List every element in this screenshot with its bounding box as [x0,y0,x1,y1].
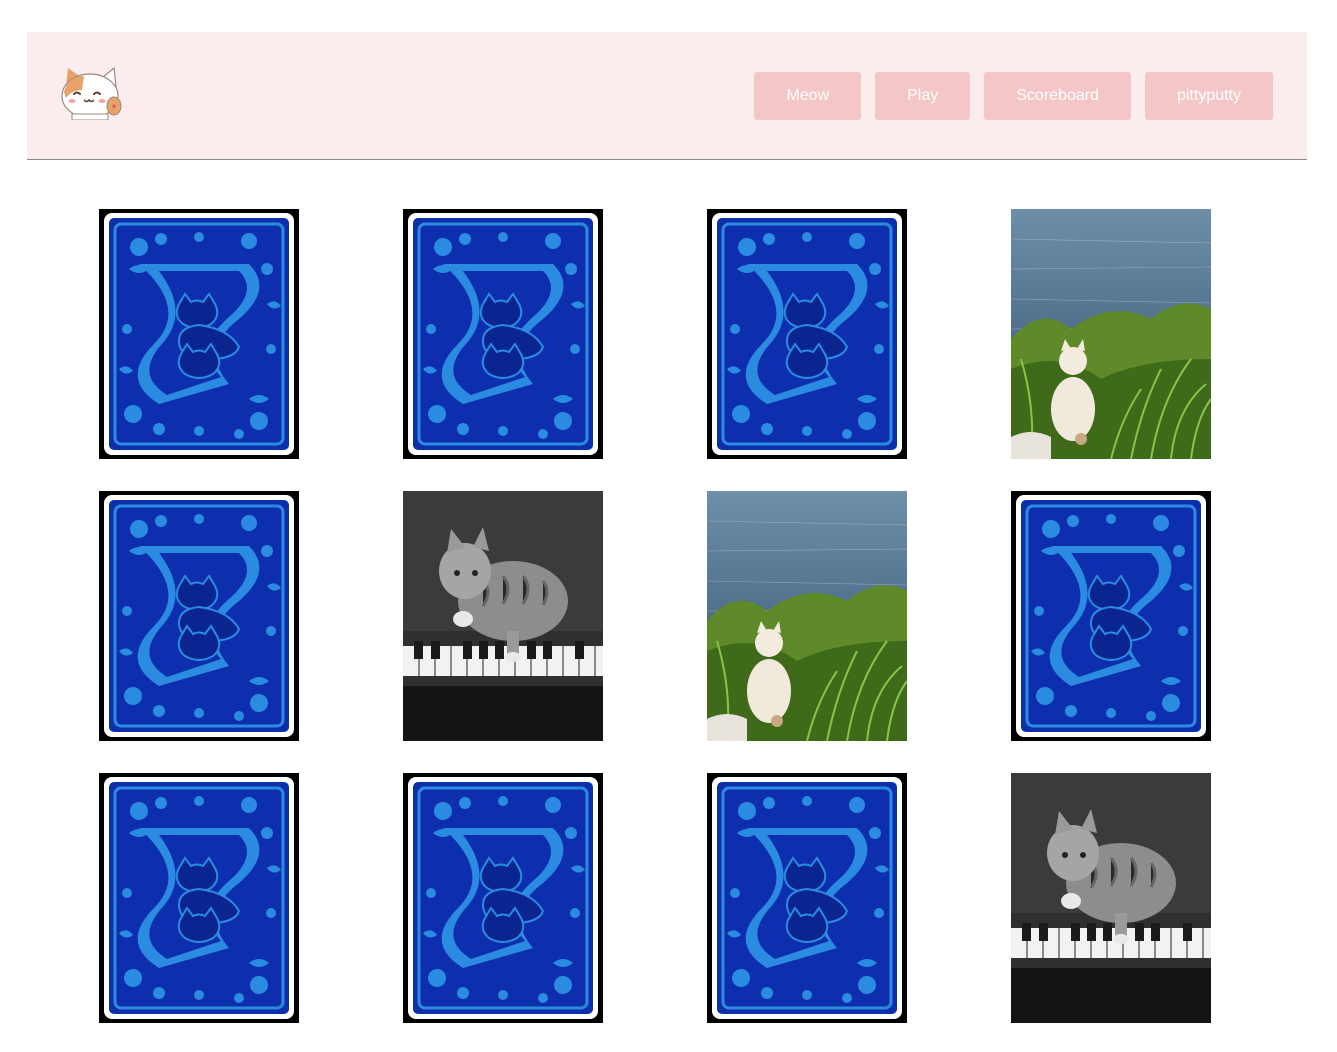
memory-card-kitten-on-piano[interactable] [1011,773,1211,1023]
nav-button-group: Meow Play Scoreboard pittyputty [754,72,1273,120]
memory-card-face-down[interactable] [99,773,299,1023]
memory-card-face-down[interactable] [707,209,907,459]
card-back-blue-cat-image [99,773,299,1023]
card-back-blue-cat-image [707,773,907,1023]
cat-mascot-icon[interactable] [58,64,124,121]
card-back-blue-cat-image [707,209,907,459]
memory-card-cat-by-sea[interactable] [1011,209,1211,459]
scoreboard-button[interactable]: Scoreboard [984,72,1131,120]
user-profile-button[interactable]: pittyputty [1144,72,1273,120]
card-back-blue-cat-image [99,209,299,459]
memory-card-cat-by-sea[interactable] [707,491,907,741]
cat-by-sea-image [707,491,907,741]
card-back-blue-cat-image [99,491,299,741]
memory-card-face-down[interactable] [99,209,299,459]
navbar: Meow Play Scoreboard pittyputty [27,32,1307,160]
memory-card-kitten-on-piano[interactable] [403,491,603,741]
meow-button[interactable]: Meow [754,72,862,120]
card-back-blue-cat-image [403,209,603,459]
card-back-blue-cat-image [1011,491,1211,741]
memory-card-face-down[interactable] [1011,491,1211,741]
memory-card-face-down[interactable] [99,491,299,741]
memory-card-face-down[interactable] [403,209,603,459]
card-back-blue-cat-image [403,773,603,1023]
kitten-on-piano-image [403,491,603,741]
memory-card-face-down[interactable] [403,773,603,1023]
kitten-on-piano-image [1011,773,1211,1023]
play-button[interactable]: Play [875,72,971,120]
memory-card-face-down[interactable] [707,773,907,1023]
cat-by-sea-image [1011,209,1211,459]
